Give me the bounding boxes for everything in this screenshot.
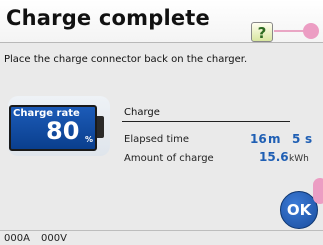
help-button[interactable]: ? <box>251 22 273 42</box>
amount-of-charge-value: 15.6 <box>259 150 289 164</box>
charge-section-title: Charge <box>124 107 160 118</box>
callout-marker-icon <box>303 23 319 39</box>
elapsed-minutes-unit: m <box>268 132 281 146</box>
section-divider <box>122 121 290 122</box>
footer-divider <box>0 230 323 231</box>
battery-terminal-icon <box>97 116 104 138</box>
callout-line-icon <box>274 30 304 32</box>
charge-rate-unit: % <box>85 135 94 144</box>
instruction-text: Place the charge connector back on the c… <box>4 54 248 65</box>
charger-screen: Charge complete ? Place the charge conne… <box>0 0 323 245</box>
header-bar: Charge complete ? <box>0 0 323 43</box>
amount-of-charge-unit: kWh <box>289 154 309 164</box>
elapsed-minutes-value: 16 <box>250 132 267 146</box>
current-readout: 000A <box>4 233 30 244</box>
voltage-readout: 000V <box>41 233 67 244</box>
charge-rate-value: 80 <box>46 117 80 145</box>
elapsed-time-label: Elapsed time <box>124 134 190 145</box>
page-title: Charge complete <box>6 6 210 30</box>
callout-marker-icon <box>313 178 323 204</box>
amount-of-charge-label: Amount of charge <box>124 153 214 164</box>
elapsed-seconds-unit: s <box>305 132 313 146</box>
elapsed-seconds-value: 5 <box>292 132 301 146</box>
